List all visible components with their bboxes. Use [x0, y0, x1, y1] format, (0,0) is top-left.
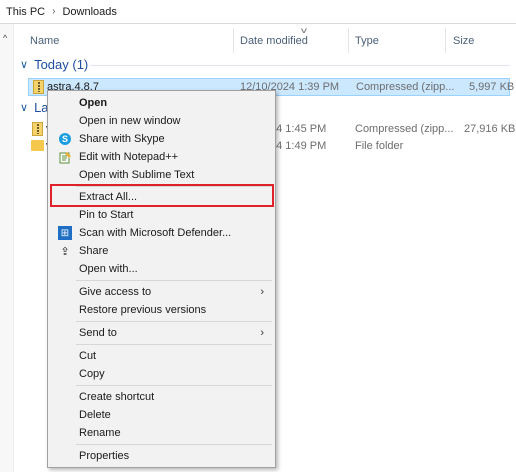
column-name[interactable]: Name [30, 24, 59, 57]
breadcrumb-downloads[interactable]: Downloads [62, 6, 116, 18]
menu-item-label: Edit with Notepad++ [79, 151, 179, 163]
menu-item-cut[interactable]: Cut [50, 347, 273, 365]
scroll-up-icon[interactable]: ^ [3, 34, 12, 43]
menu-item-label: Properties [79, 450, 130, 462]
file-date: 24 1:45 PM [270, 123, 327, 135]
skype-icon: S [59, 133, 71, 145]
submenu-arrow-icon: › [260, 327, 264, 339]
menu-separator [76, 385, 272, 386]
zip-file-icon [32, 122, 43, 136]
notepad-plus-plus-icon [58, 150, 72, 164]
menu-item-create-shortcut[interactable]: Create shortcut [50, 388, 273, 406]
menu-item-share[interactable]: ⇪ Share [50, 242, 273, 260]
menu-item-label: Scan with Microsoft Defender... [79, 227, 232, 239]
menu-separator [76, 444, 272, 445]
menu-item-label: Create shortcut [79, 391, 155, 403]
menu-separator [76, 280, 272, 281]
menu-item-pin-to-start[interactable]: Pin to Start [50, 206, 273, 224]
column-divider[interactable] [233, 28, 234, 53]
column-divider[interactable] [348, 28, 349, 53]
navigation-pane-edge: ^ [0, 24, 14, 472]
breadcrumb: This PC › Downloads [0, 0, 516, 24]
group-chevron-icon: ∨ [20, 102, 29, 114]
menu-item-label: Cut [79, 350, 97, 362]
menu-item-delete[interactable]: Delete [50, 406, 273, 424]
column-date-modified[interactable]: Date modified [240, 24, 308, 57]
menu-item-label: Open with... [79, 263, 138, 275]
menu-separator [76, 344, 272, 345]
breadcrumb-separator-icon: › [52, 6, 56, 17]
column-size[interactable]: Size [453, 24, 474, 57]
menu-item-open-with[interactable]: Open with... [50, 260, 273, 278]
menu-item-label: Give access to [79, 286, 152, 298]
menu-item-label: Share with Skype [79, 133, 165, 145]
group-today-label: Today (1) [34, 57, 89, 72]
submenu-arrow-icon: › [260, 286, 264, 298]
menu-item-label: Restore previous versions [79, 304, 207, 316]
column-name-label: Name [30, 34, 60, 47]
column-type-label: Type [355, 34, 379, 47]
share-icon: ⇪ [60, 245, 70, 258]
column-size-label: Size [453, 34, 475, 47]
menu-item-label: Open [79, 97, 108, 109]
menu-item-rename[interactable]: Rename [50, 424, 273, 442]
group-chevron-icon: ∨ [20, 59, 29, 71]
menu-item-give-access[interactable]: Give access to › [50, 283, 273, 301]
menu-item-open[interactable]: Open [50, 94, 273, 112]
menu-item-label: Open with Sublime Text [79, 169, 195, 181]
group-today[interactable]: ∨ Today (1) [20, 57, 88, 72]
menu-item-open-new-window[interactable]: Open in new window [50, 112, 273, 130]
file-type: Compressed (zipp... [355, 123, 454, 135]
menu-item-restore-versions[interactable]: Restore previous versions [50, 301, 273, 319]
menu-item-label: Copy [79, 368, 105, 380]
file-size: 27,916 KB [464, 123, 516, 135]
menu-item-label: Rename [79, 427, 121, 439]
menu-item-label: Share [79, 245, 109, 257]
menu-item-edit-notepad[interactable]: Edit with Notepad++ [50, 148, 273, 166]
breadcrumb-this-pc[interactable]: This PC [6, 6, 45, 18]
defender-shield-icon: ⊞ [58, 226, 72, 240]
file-type: Compressed (zipp... [356, 81, 455, 93]
file-size: 5,997 KB [469, 81, 515, 93]
menu-item-scan-defender[interactable]: ⊞ Scan with Microsoft Defender... [50, 224, 273, 242]
extract-all-highlight-box [50, 184, 274, 207]
folder-icon [31, 140, 44, 151]
column-date-modified-label: Date modified [240, 34, 308, 47]
menu-item-open-sublime[interactable]: Open with Sublime Text [50, 166, 273, 184]
file-date: 24 1:49 PM [270, 140, 327, 152]
menu-item-label: Open in new window [79, 115, 181, 127]
column-type[interactable]: Type [355, 24, 379, 57]
menu-item-share-skype[interactable]: S Share with Skype [50, 130, 273, 148]
menu-separator [76, 321, 272, 322]
menu-item-label: Pin to Start [79, 209, 134, 221]
column-divider[interactable] [445, 28, 446, 53]
menu-item-label: Delete [79, 409, 111, 421]
menu-item-label: Send to [79, 327, 117, 339]
column-header: Name ∨ Date modified Type Size [15, 24, 516, 57]
context-menu: Open Open in new window S Share with Sky… [47, 90, 276, 468]
menu-item-properties[interactable]: Properties [50, 447, 273, 465]
menu-item-send-to[interactable]: Send to › [50, 324, 273, 342]
menu-item-copy[interactable]: Copy [50, 365, 273, 383]
file-type: File folder [355, 140, 404, 152]
zip-file-icon [33, 80, 44, 94]
group-divider [90, 65, 510, 66]
